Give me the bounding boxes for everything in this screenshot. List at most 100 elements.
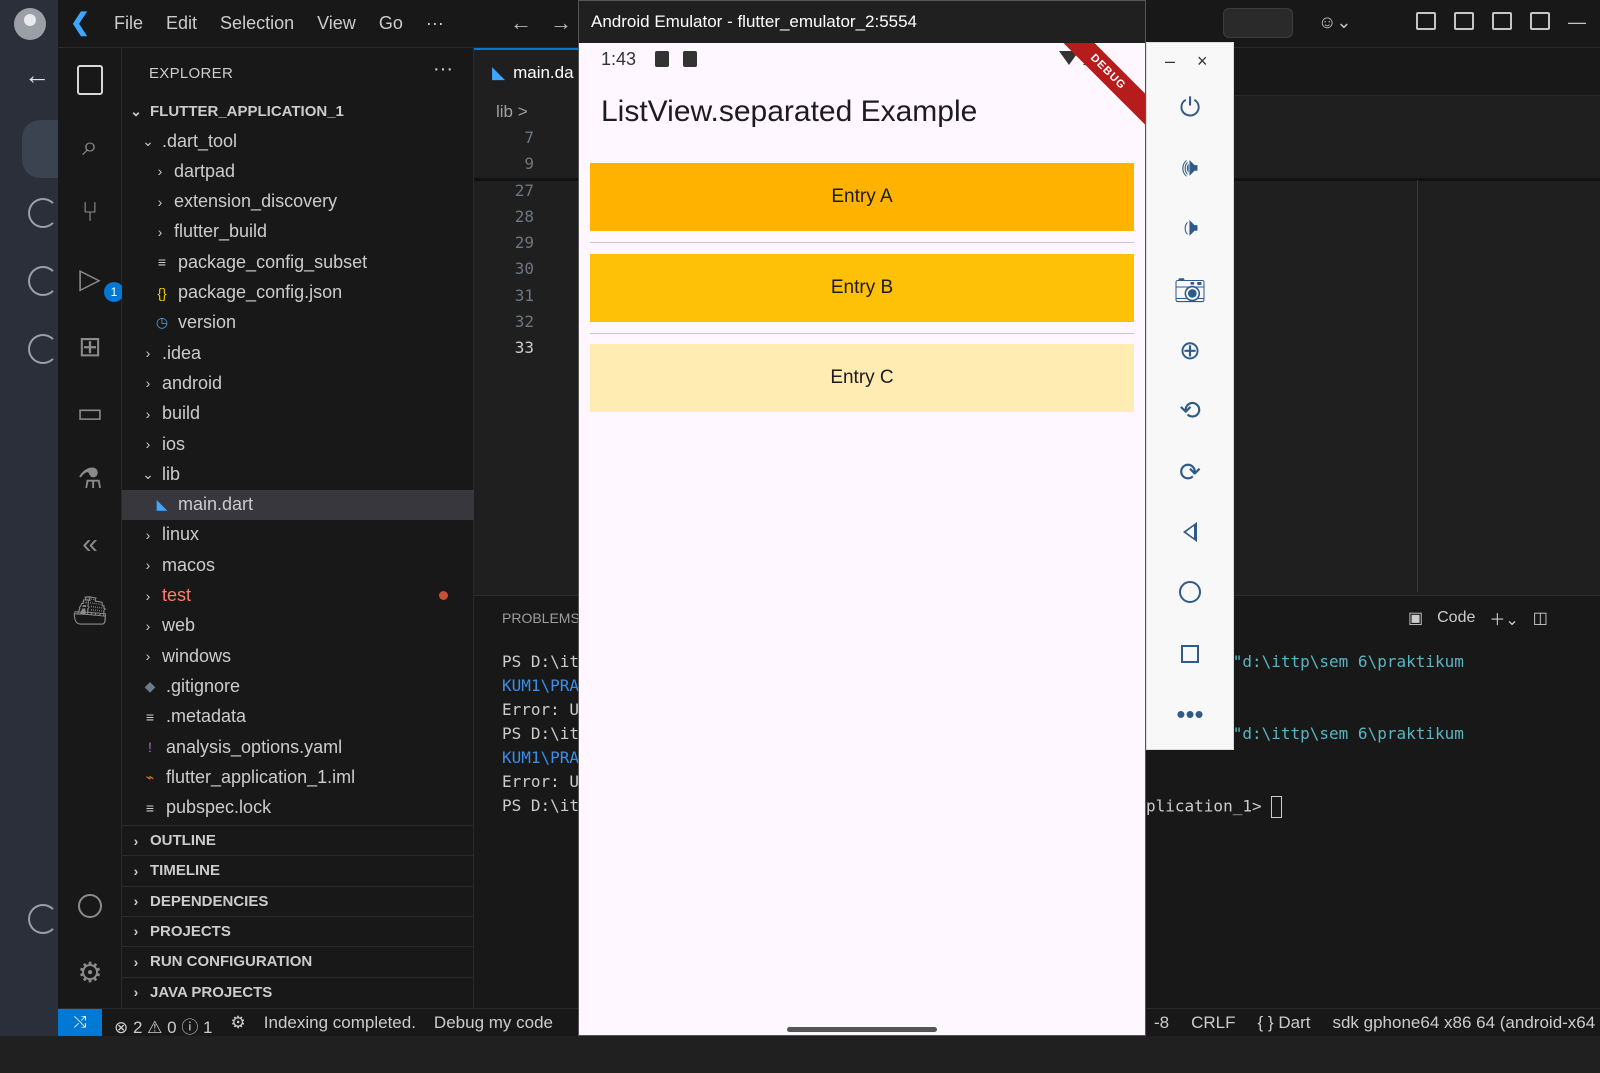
- emulator-minimize-button[interactable]: –: [1165, 51, 1175, 72]
- folder-item[interactable]: ⌄ lib: [122, 459, 474, 489]
- tab-problems[interactable]: PROBLEMS: [502, 610, 580, 626]
- file-item[interactable]: ≡ package_config_subset: [122, 247, 474, 277]
- emulator-close-button[interactable]: ×: [1197, 51, 1208, 72]
- outer-chat-icon[interactable]: [28, 266, 58, 296]
- file-item[interactable]: ! analysis_options.yaml: [122, 732, 474, 762]
- flutter-icon[interactable]: «: [72, 526, 108, 562]
- folder-item[interactable]: › linux: [122, 520, 474, 550]
- go-forward-icon[interactable]: →: [550, 10, 572, 36]
- folder-item[interactable]: › ios: [122, 429, 474, 459]
- chevron-right-icon: ›: [145, 526, 151, 543]
- list-item[interactable]: Entry B: [590, 253, 1134, 322]
- project-root[interactable]: ⌄ FLUTTER_APPLICATION_1: [122, 96, 474, 126]
- overview-icon[interactable]: [1173, 637, 1207, 671]
- volume-up-icon[interactable]: 🕪: [1173, 151, 1207, 185]
- folder-item[interactable]: › extension_discovery: [122, 187, 474, 217]
- back-arrow-icon[interactable]: ←: [24, 60, 50, 91]
- folder-item[interactable]: › macos: [122, 550, 474, 580]
- volume-down-icon[interactable]: 🕩: [1173, 211, 1207, 245]
- chevron-right-icon: ›: [133, 832, 139, 849]
- customize-layout-icon[interactable]: [1416, 12, 1436, 30]
- debug-status-icon[interactable]: ⚙: [231, 1013, 246, 1038]
- copilot-icon[interactable]: ☺⌄: [1318, 12, 1351, 33]
- toggle-sidebar-icon[interactable]: [1454, 12, 1474, 30]
- tab-main-dart[interactable]: ◣ main.da: [474, 48, 580, 96]
- folder-item[interactable]: › .idea: [122, 338, 474, 368]
- outer-people-icon[interactable]: [28, 334, 58, 364]
- device-screen[interactable]: 1:43 DEBUG ListView.separated Example En…: [579, 43, 1145, 1035]
- breadcrumb[interactable]: lib >: [496, 102, 528, 122]
- menu-edit[interactable]: Edit: [166, 13, 197, 34]
- menu-go[interactable]: Go: [379, 13, 403, 34]
- terminal-output[interactable]: PS D:\it KUM1\PRA Error: U PS D:\it KUM1\PRA…: [502, 652, 579, 820]
- section-outline[interactable]: › OUTLINE: [122, 825, 474, 855]
- toggle-panel-icon[interactable]: [1492, 12, 1512, 30]
- terminal-profile-label[interactable]: Code: [1437, 609, 1475, 627]
- menu-more[interactable]: ···: [426, 13, 444, 34]
- list-item[interactable]: Entry C: [590, 344, 1134, 412]
- section-java-projects[interactable]: › JAVA PROJECTS: [122, 976, 474, 1007]
- file-item[interactable]: ◣ main.dart: [122, 489, 474, 520]
- zoom-icon[interactable]: ⊕: [1173, 333, 1207, 367]
- run-debug-icon[interactable]: ▷ 1: [72, 260, 124, 302]
- new-terminal-icon[interactable]: ＋⌄: [1489, 606, 1518, 630]
- docker-icon[interactable]: ⛴: [72, 592, 108, 628]
- folder-item[interactable]: › android: [122, 368, 474, 398]
- vertical-ruler: [1417, 180, 1418, 592]
- back-icon[interactable]: [1173, 515, 1207, 549]
- outer-app-icon[interactable]: [28, 198, 58, 228]
- encoding-status[interactable]: -8: [1154, 1013, 1169, 1033]
- minimize-icon[interactable]: —: [1568, 12, 1586, 33]
- power-icon[interactable]: ⏻: [1173, 91, 1207, 125]
- file-item[interactable]: ◆ .gitignore: [122, 671, 474, 701]
- folder-item[interactable]: › dartpad: [122, 156, 474, 186]
- folder-item[interactable]: › web: [122, 611, 474, 641]
- list-item[interactable]: Entry A: [590, 163, 1134, 231]
- more-icon[interactable]: •••: [1173, 697, 1207, 731]
- rotate-left-icon[interactable]: ⟲: [1173, 393, 1207, 427]
- menu-view[interactable]: View: [317, 13, 356, 34]
- split-terminal-icon[interactable]: ◫: [1533, 608, 1548, 628]
- menu-file[interactable]: File: [114, 13, 143, 34]
- eol-status[interactable]: CRLF: [1191, 1013, 1235, 1033]
- debug-mode-status[interactable]: Debug my code: [434, 1013, 553, 1038]
- terminal-cursor: [1271, 796, 1283, 818]
- gesture-home-bar[interactable]: [787, 1027, 937, 1032]
- manage-gear-icon[interactable]: ⚙: [72, 954, 108, 990]
- file-item[interactable]: {} package_config.json: [122, 278, 474, 308]
- folder-item[interactable]: ⌄ .dart_tool: [122, 126, 474, 156]
- file-item[interactable]: ⌁ flutter_application_1.iml: [122, 762, 474, 792]
- file-item[interactable]: ≡ pubspec.lock: [122, 793, 474, 823]
- testing-icon[interactable]: ⚗: [72, 460, 108, 496]
- folder-item[interactable]: › windows: [122, 641, 474, 671]
- section-run-configuration[interactable]: › RUN CONFIGURATION: [122, 946, 474, 976]
- remote-explorer-icon[interactable]: ▭: [72, 394, 108, 430]
- extensions-icon[interactable]: ⊞: [72, 328, 108, 364]
- remote-indicator-icon[interactable]: ⤭: [58, 1009, 102, 1037]
- source-control-icon[interactable]: ⑂: [72, 194, 108, 230]
- profile-avatar[interactable]: [14, 8, 46, 40]
- folder-item[interactable]: › build: [122, 399, 474, 429]
- language-status[interactable]: { } Dart: [1258, 1013, 1311, 1033]
- accounts-icon[interactable]: [72, 888, 108, 924]
- home-icon[interactable]: [1173, 575, 1207, 609]
- search-icon[interactable]: ⌕: [72, 128, 108, 164]
- folder-item[interactable]: › test: [122, 581, 474, 611]
- go-back-icon[interactable]: ←: [510, 10, 532, 36]
- problems-status[interactable]: ⊗ 2 ⚠ 0 ⓘ 1: [114, 1013, 213, 1038]
- rotate-right-icon[interactable]: ⟳: [1173, 455, 1207, 489]
- folder-item[interactable]: › flutter_build: [122, 217, 474, 247]
- section-projects[interactable]: › PROJECTS: [122, 915, 474, 946]
- section-timeline[interactable]: › TIMELINE: [122, 855, 474, 885]
- outer-settings-icon[interactable]: [28, 904, 58, 934]
- section-dependencies[interactable]: › DEPENDENCIES: [122, 885, 474, 916]
- menu-selection[interactable]: Selection: [220, 13, 294, 34]
- file-item[interactable]: ◷ version: [122, 308, 474, 338]
- camera-icon[interactable]: 📷︎: [1173, 273, 1207, 307]
- explorer-more-button[interactable]: ···: [433, 58, 453, 81]
- explorer-icon[interactable]: [72, 62, 108, 98]
- device-status[interactable]: sdk gphone64 x86 64 (android-x64: [1332, 1013, 1595, 1033]
- toggle-secondary-sidebar-icon[interactable]: [1530, 12, 1550, 30]
- command-center[interactable]: [1223, 8, 1293, 38]
- file-item[interactable]: ≡ .metadata: [122, 702, 474, 732]
